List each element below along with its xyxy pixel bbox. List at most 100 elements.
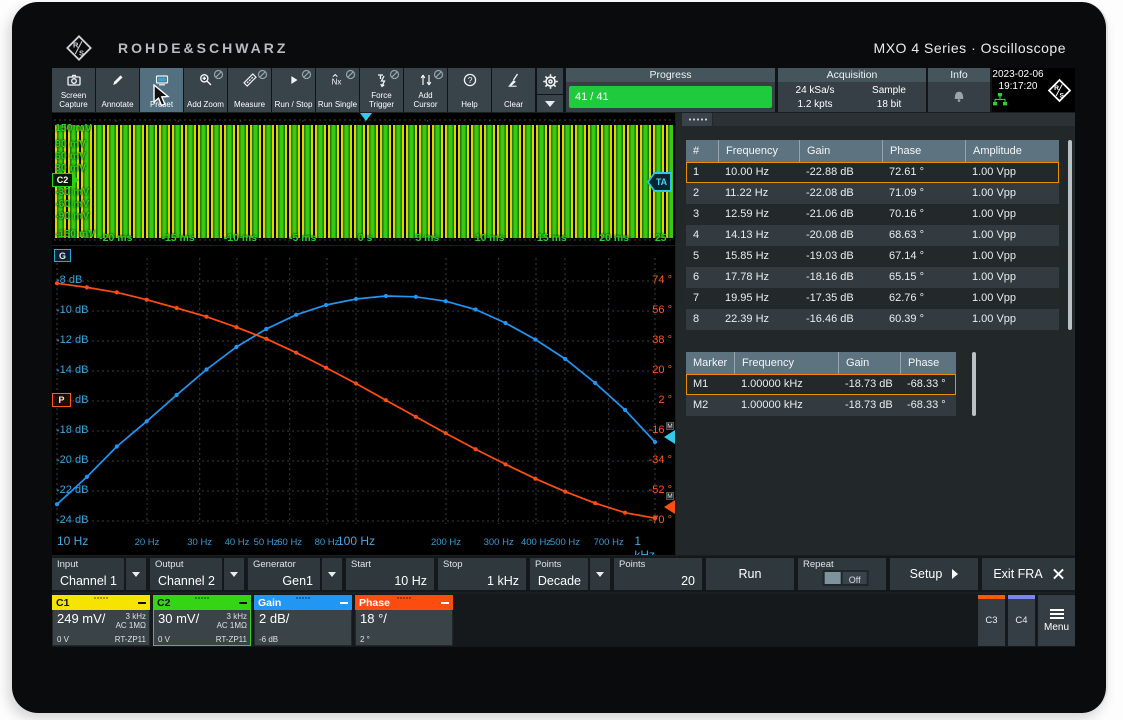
signal-badge-phase[interactable]: Phase 18 °/ 2 ° xyxy=(355,595,453,646)
column-header: Frequency xyxy=(734,352,838,374)
fra-dropdown-generator[interactable] xyxy=(322,558,342,590)
bode-grid-and-curves xyxy=(54,258,658,524)
toolbar-button-add-zoom[interactable]: Add Zoom xyxy=(184,68,227,112)
toolbar-button-label: Help xyxy=(461,100,478,109)
fra-exit-button[interactable]: Exit FRA xyxy=(982,558,1075,590)
toolbar-button-help[interactable]: ? Help xyxy=(448,68,491,112)
fra-result-row[interactable]: 6 17.78 Hz -18.16 dB 65.15 ° 1.00 Vpp xyxy=(686,267,1059,288)
screen: Screen Capture Annotate Preset Add Zoom Meas… xyxy=(52,68,1075,647)
disabled-overlay-icon xyxy=(213,69,224,80)
marker-scrollbar[interactable] xyxy=(972,352,976,416)
channel-button-c4[interactable]: C4 xyxy=(1008,595,1035,646)
fra-result-row[interactable]: 8 22.39 Hz -16.46 dB 60.39 ° 1.00 Vpp xyxy=(686,309,1059,330)
marker-row[interactable]: M1 1.00000 kHz -18.73 dB -68.33 ° xyxy=(686,374,956,395)
table-cell: -18.73 dB xyxy=(845,378,893,390)
table-cell: -22.88 dB xyxy=(806,166,854,178)
clock-block[interactable]: 2023-02-06 19:17:20 R S xyxy=(992,68,1075,112)
table-cell: 68.63 ° xyxy=(889,229,924,241)
disabled-overlay-icon xyxy=(345,69,356,80)
bode-plot[interactable]: G P -8 dB -10 dB -12 dB -14 dB -16 dB -18 dB -… xyxy=(52,246,675,555)
progress-title: Progress xyxy=(566,68,775,82)
fra-control-start[interactable]: Start 10 Hz xyxy=(346,558,434,590)
repeat-toggle[interactable]: Off xyxy=(822,570,869,586)
fra-result-row[interactable]: 5 15.85 Hz -19.03 dB 67.14 ° 1.00 Vpp xyxy=(686,246,1059,267)
toolbar-button-add-cursor[interactable]: Add Cursor xyxy=(404,68,447,112)
chevron-down-icon xyxy=(230,571,238,577)
fra-control-points[interactable]: Points 20 xyxy=(614,558,702,590)
toolbar-button-measure[interactable]: Measure xyxy=(228,68,271,112)
plot-marker-flag[interactable]: M xyxy=(659,492,675,514)
waveform-volt-label: -30 mV xyxy=(55,186,90,198)
signal-badge-detail-line: 3 kHz xyxy=(125,612,146,621)
fra-dropdown-output[interactable] xyxy=(224,558,244,590)
camera-icon xyxy=(65,70,83,90)
marker-row-header: Marker Frequency Gain Phase xyxy=(686,352,956,374)
results-scrollbar[interactable] xyxy=(1068,140,1072,330)
channel-color-stripe xyxy=(1008,595,1035,599)
table-cell: 1.00 Vpp xyxy=(972,292,1017,304)
toolbar-button-run-single[interactable]: Nx Run Single xyxy=(316,68,359,112)
panel-title-bar[interactable] xyxy=(713,113,1075,126)
fra-control-label: Repeat xyxy=(803,559,834,570)
toolbar-button-force-trigger[interactable]: Force Trigger xyxy=(360,68,403,112)
table-cell: M1 xyxy=(693,378,709,390)
toolbar-button-label: Add Cursor xyxy=(413,91,438,109)
panel-drag-handle[interactable] xyxy=(682,113,712,126)
trigger-position-icon[interactable] xyxy=(360,113,372,121)
table-cell: 1.00 Vpp xyxy=(972,208,1017,220)
fra-control-label: Input xyxy=(57,559,79,570)
fra-result-row-header: # Frequency Gain Phase Amplitude xyxy=(686,140,1059,162)
info-title: Info xyxy=(928,68,990,82)
bode-freq-axis-label: 50 Hz xyxy=(253,537,279,548)
bode-freq-axis-label: 400 Hz xyxy=(520,537,552,548)
fra-control-points[interactable]: Points Decade xyxy=(530,558,588,590)
fra-setup-button[interactable]: Setup xyxy=(890,558,978,590)
fra-result-row[interactable]: 1 10.00 Hz -22.88 dB 72.61 ° 1.00 Vpp xyxy=(686,162,1059,183)
signal-badge-c1[interactable]: C1 249 mV/3 kHz AC 1MΩ 0 V RT-ZP11 xyxy=(52,595,150,646)
fra-run-button[interactable]: Run xyxy=(706,558,794,590)
channel-c2-axis-tag[interactable]: C2 xyxy=(52,173,79,187)
fra-control-generator[interactable]: Generator Gen1 xyxy=(248,558,320,590)
fra-result-row[interactable]: 7 19.95 Hz -17.35 dB 62.76 ° 1.00 Vpp xyxy=(686,288,1059,309)
table-cell: -18.16 dB xyxy=(806,271,854,283)
toolbar-button-clear[interactable]: Clear xyxy=(492,68,535,112)
menu-button[interactable]: Menu xyxy=(1038,595,1075,646)
phase-curve-tag[interactable]: P xyxy=(52,393,71,407)
toolbar-button-label: Annotate xyxy=(101,100,134,109)
fra-result-row[interactable]: 4 14.13 Hz -20.08 dB 68.63 ° 1.00 Vpp xyxy=(686,225,1059,246)
fra-dropdown-input[interactable] xyxy=(126,558,146,590)
toolbar-button-screen-capture[interactable]: Screen Capture xyxy=(52,68,95,112)
signal-badge-c2[interactable]: C2 30 mV/3 kHz AC 1MΩ 0 V RT-ZP11 xyxy=(153,595,251,646)
toolbar-button-run-stop[interactable]: Run / Stop xyxy=(272,68,315,112)
marker-row[interactable]: M2 1.00000 kHz -18.73 dB -68.33 ° xyxy=(686,395,956,416)
help-icon: ? xyxy=(462,70,478,90)
fra-control-input[interactable]: Input Channel 1 xyxy=(52,558,124,590)
info-block[interactable]: Info xyxy=(928,68,990,112)
fra-control-stop[interactable]: Stop 1 kHz xyxy=(438,558,526,590)
signal-badge-detail: 3 kHz AC 1MΩ xyxy=(217,612,247,630)
waveform-display[interactable]: C2 TA 150 mV 90 mV 60 mV 30 mV -30 mV -60 mV -… xyxy=(52,113,675,245)
table-cell: 12.59 Hz xyxy=(725,208,770,220)
channel-button-c3[interactable]: C3 xyxy=(978,595,1005,646)
fra-dropdown-points[interactable] xyxy=(590,558,610,590)
toolbar-button-preset[interactable]: Preset xyxy=(140,68,183,112)
gain-curve-tag[interactable]: G xyxy=(54,249,71,262)
bode-freq-axis-label: 200 Hz xyxy=(430,537,462,548)
bode-freq-axis-label: 20 Hz xyxy=(134,537,160,548)
toolbar-expand-button[interactable] xyxy=(537,95,563,112)
signal-badge-header: C1 xyxy=(52,595,150,610)
plot-marker-flag[interactable]: M xyxy=(659,422,675,444)
svg-text:S: S xyxy=(79,49,84,58)
acquisition-block[interactable]: Acquisition 24 kSa/s Sample 1.2 kpts 18 … xyxy=(778,68,926,112)
bode-phase-axis-label: 2 ° xyxy=(658,394,672,406)
toolbar-button-annotate[interactable]: Annotate xyxy=(96,68,139,112)
fra-control-output[interactable]: Output Channel 2 xyxy=(150,558,222,590)
fra-control-repeat[interactable]: Repeat Off xyxy=(798,558,886,590)
fra-result-row[interactable]: 3 12.59 Hz -21.06 dB 70.16 ° 1.00 Vpp xyxy=(686,204,1059,225)
fra-result-row[interactable]: 2 11.22 Hz -22.08 dB 71.09 ° 1.00 Vpp xyxy=(686,183,1059,204)
signal-badge-gain[interactable]: Gain 2 dB/ -6 dB xyxy=(254,595,352,646)
table-cell: 19.95 Hz xyxy=(725,292,770,304)
settings-button[interactable] xyxy=(537,68,563,94)
settings-column xyxy=(537,68,563,112)
run-single-icon: Nx xyxy=(329,70,347,90)
